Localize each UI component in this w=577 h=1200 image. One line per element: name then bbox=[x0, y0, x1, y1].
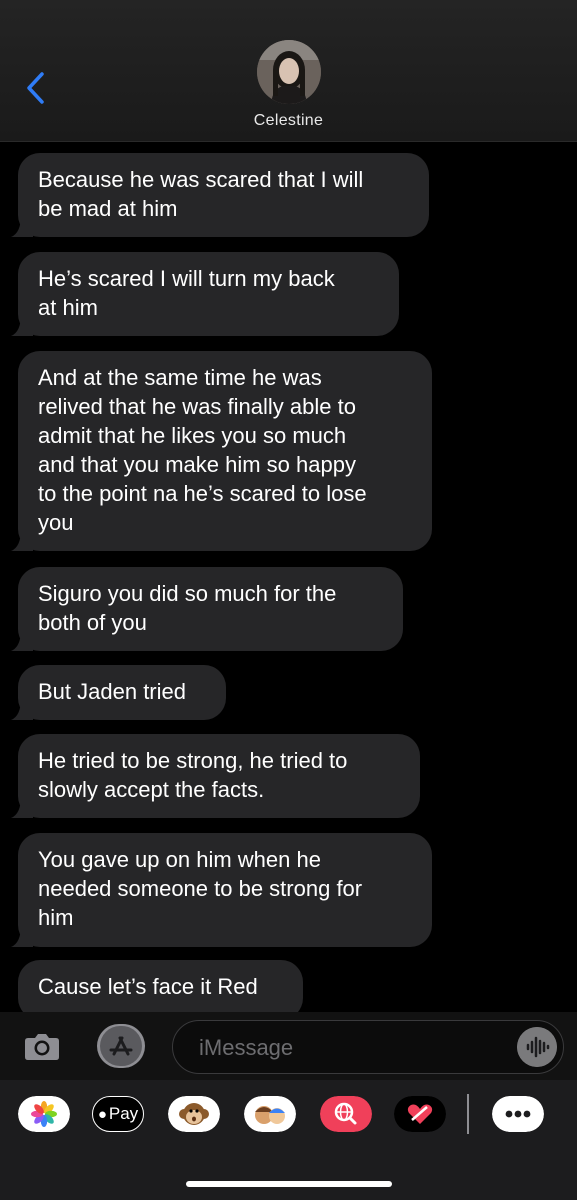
contact-avatar[interactable] bbox=[257, 40, 321, 104]
tray-divider bbox=[467, 1094, 469, 1134]
message-line: both of you bbox=[38, 610, 147, 635]
message-line: Because he was scared that I will bbox=[38, 167, 364, 192]
message-bubble[interactable]: He’s scared I will turn my back at him bbox=[11, 252, 399, 336]
message-bubble[interactable]: But Jaden tried bbox=[11, 665, 226, 720]
imessage-placeholder: iMessage bbox=[199, 1035, 294, 1060]
message-bubble[interactable]: Because he was scared that I will be mad… bbox=[11, 153, 429, 237]
message-line: to the point na he’s scared to lose bbox=[38, 481, 367, 506]
message-line: Cause let’s face it Red bbox=[38, 974, 258, 999]
imessage-input[interactable]: iMessage bbox=[172, 1020, 564, 1074]
message-bubble[interactable]: He tried to be strong, he tried to slowl… bbox=[11, 734, 420, 818]
contact-name[interactable]: Celestine bbox=[0, 112, 577, 130]
avatar-photo bbox=[257, 40, 321, 104]
bubble-tail-icon bbox=[11, 314, 33, 336]
message-line: him bbox=[38, 905, 74, 930]
web-search-app-icon[interactable] bbox=[320, 1096, 372, 1132]
animoji-monkey-icon[interactable] bbox=[168, 1096, 220, 1132]
message-line: you bbox=[38, 510, 74, 535]
bubble-tail-icon bbox=[11, 629, 33, 651]
photos-app-icon[interactable] bbox=[18, 1096, 70, 1132]
bubble-tail-icon bbox=[11, 215, 33, 237]
message-line: He’s scared I will turn my back bbox=[38, 266, 335, 291]
bubble-tail-icon bbox=[11, 698, 33, 720]
message-line: at him bbox=[38, 295, 98, 320]
message-bubble[interactable]: Cause let’s face it Red bbox=[18, 960, 303, 1012]
audio-message-icon[interactable] bbox=[517, 1027, 557, 1067]
bubble-tail-icon bbox=[11, 529, 33, 551]
message-bubble[interactable]: You gave up on him when he needed someon… bbox=[11, 833, 432, 947]
message-line: But Jaden tried bbox=[38, 679, 186, 704]
camera-icon[interactable] bbox=[22, 1026, 62, 1066]
message-line: needed someone to be strong for bbox=[38, 876, 363, 901]
message-line: He tried to be strong, he tried to bbox=[38, 748, 348, 773]
message-line: And at the same time he was bbox=[38, 365, 322, 390]
message-line: Siguro you did so much for the bbox=[38, 581, 337, 606]
apple-logo-icon: ● bbox=[97, 1105, 107, 1123]
message-line: You gave up on him when he bbox=[38, 847, 321, 872]
message-bubble[interactable]: And at the same time he was relived that… bbox=[11, 351, 432, 551]
message-line: be mad at him bbox=[38, 196, 178, 221]
conversation-header: Celestine bbox=[0, 0, 577, 142]
apple-pay-app[interactable]: ● Pay bbox=[92, 1096, 144, 1132]
bubble-tail-icon bbox=[11, 796, 33, 818]
back-chevron-icon[interactable] bbox=[22, 70, 52, 106]
message-thread: Because he was scared that I will be mad… bbox=[0, 141, 577, 1012]
bubble-tail-icon bbox=[11, 925, 33, 947]
apple-pay-label: Pay bbox=[108, 1104, 139, 1123]
message-line: slowly accept the facts. bbox=[38, 777, 265, 802]
digital-touch-heart-icon[interactable] bbox=[394, 1096, 446, 1132]
home-indicator[interactable] bbox=[186, 1181, 392, 1187]
memoji-stickers-icon[interactable] bbox=[244, 1096, 296, 1132]
more-apps-icon[interactable] bbox=[492, 1096, 544, 1132]
message-line: admit that he likes you so much bbox=[38, 423, 347, 448]
message-line: and that you make him so happy bbox=[38, 452, 356, 477]
message-bubble[interactable]: Siguro you did so much for the both of y… bbox=[11, 567, 403, 651]
message-line: relived that he was finally able to bbox=[38, 394, 356, 419]
app-store-icon[interactable] bbox=[96, 1023, 146, 1069]
